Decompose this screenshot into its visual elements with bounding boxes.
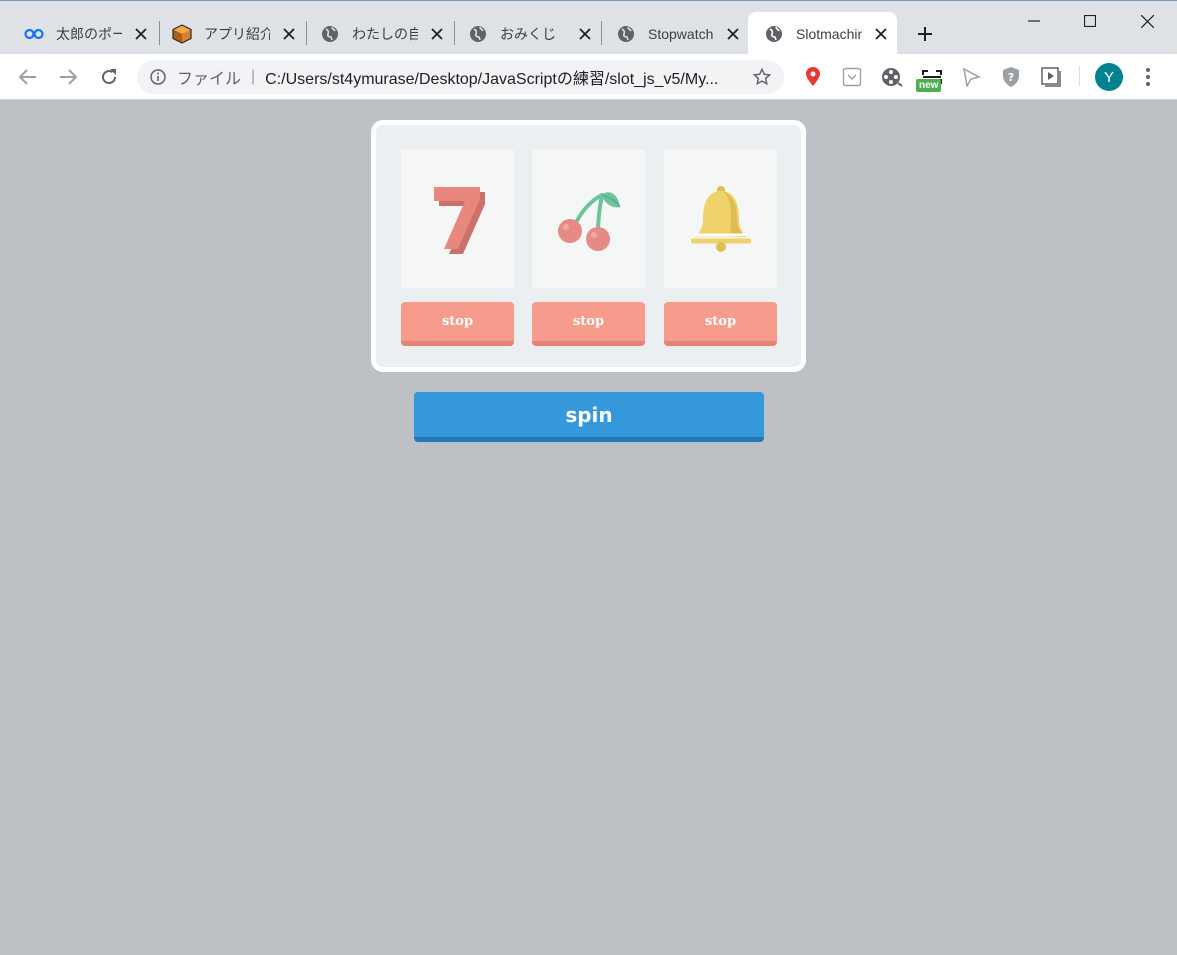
tab-stopwatch[interactable]: Stopwatch	[600, 12, 742, 55]
back-button[interactable]	[12, 61, 44, 93]
arrow-right-icon	[60, 69, 77, 85]
close-icon[interactable]	[132, 25, 150, 43]
maximize-button[interactable]	[1067, 7, 1113, 35]
reel-3	[664, 150, 777, 288]
new-tab-button[interactable]	[912, 21, 938, 47]
close-icon[interactable]	[428, 25, 446, 43]
kebab-menu-icon	[1146, 68, 1150, 86]
tab-app-intro[interactable]: アプリ紹介ページ	[156, 12, 298, 55]
stop-button-2[interactable]: stop	[532, 302, 645, 346]
media-extension[interactable]	[1040, 65, 1064, 89]
svg-text:?: ?	[1008, 71, 1014, 84]
globe-icon	[320, 24, 340, 44]
url-separator: |	[251, 68, 256, 85]
tab-title: アプリ紹介ページ	[204, 25, 270, 42]
browser-toolbar: ファイル | C:/Users/st4ymurase/Desktop/JavaS…	[0, 54, 1177, 100]
tab-title: 太郎のポートフォリオ	[56, 25, 122, 42]
close-icon	[1140, 14, 1154, 28]
reload-button[interactable]	[93, 61, 125, 93]
reel-1	[401, 150, 514, 288]
map-pin-extension[interactable]	[801, 65, 825, 89]
play-outline-icon	[962, 67, 981, 87]
tab-title: わたしの自己紹介	[352, 25, 418, 42]
tab-title: Slotmachine	[796, 25, 862, 42]
close-icon[interactable]	[872, 25, 890, 43]
menu-button[interactable]	[1138, 64, 1158, 90]
media-player-icon	[1041, 67, 1061, 87]
shield-extension[interactable]: ?	[999, 65, 1023, 89]
seven-icon	[433, 187, 485, 254]
cast-extension[interactable]	[959, 65, 983, 89]
cherry-icon	[557, 192, 621, 251]
reel-2	[532, 150, 645, 288]
globe-icon	[616, 24, 636, 44]
url-scheme-label: ファイル	[177, 71, 242, 88]
minimize-button[interactable]	[1011, 7, 1057, 35]
globe-icon	[468, 24, 488, 44]
bell-icon	[690, 186, 751, 252]
tab-title: Stopwatch	[648, 25, 714, 42]
box-icon	[172, 23, 192, 44]
toolbar-divider	[1079, 66, 1080, 86]
address-bar[interactable]: ファイル | C:/Users/st4ymurase/Desktop/JavaS…	[137, 60, 784, 94]
map-pin-icon	[806, 67, 820, 86]
tab-self-intro[interactable]: わたしの自己紹介	[304, 12, 446, 55]
info-icon[interactable]	[149, 68, 167, 86]
tab-strip: 太郎のポートフォリオ アプリ紹介ページ わたしの自己紹介 おみくじ	[0, 0, 1177, 55]
new-badge: new	[916, 79, 942, 92]
globe-icon	[764, 24, 784, 44]
tab-portfolio[interactable]: 太郎のポートフォリオ	[8, 12, 150, 55]
plus-icon	[918, 27, 932, 41]
stop-button-1[interactable]: stop	[401, 302, 514, 346]
star-icon[interactable]	[752, 67, 772, 87]
film-reel-icon	[882, 68, 903, 87]
pocket-extension[interactable]	[840, 65, 864, 89]
profile-avatar[interactable]: Y	[1095, 63, 1123, 91]
tab-slotmachine[interactable]: Slotmachine	[748, 12, 897, 55]
stop-button-3[interactable]: stop	[664, 302, 777, 346]
spin-button[interactable]: spin	[414, 392, 764, 442]
reload-icon	[102, 69, 117, 85]
pocket-icon	[842, 67, 862, 87]
screenshot-extension[interactable]: new	[916, 65, 944, 92]
arrow-left-icon	[19, 69, 36, 85]
minimize-icon	[1028, 20, 1040, 22]
close-icon[interactable]	[576, 25, 594, 43]
infinity-icon	[24, 24, 44, 44]
url-text[interactable]: C:/Users/st4ymurase/Desktop/JavaScriptの練…	[265, 65, 755, 89]
close-icon[interactable]	[724, 25, 742, 43]
slot-machine-panel: stop stop stop	[371, 120, 806, 372]
close-window-button[interactable]	[1124, 7, 1170, 35]
tab-title: おみくじ	[500, 25, 556, 42]
tab-omikuji[interactable]: おみくじ	[452, 12, 594, 55]
film-extension[interactable]	[880, 65, 904, 89]
maximize-icon	[1084, 15, 1096, 27]
shield-icon: ?	[1003, 67, 1019, 87]
forward-button[interactable]	[52, 61, 84, 93]
close-icon[interactable]	[280, 25, 298, 43]
